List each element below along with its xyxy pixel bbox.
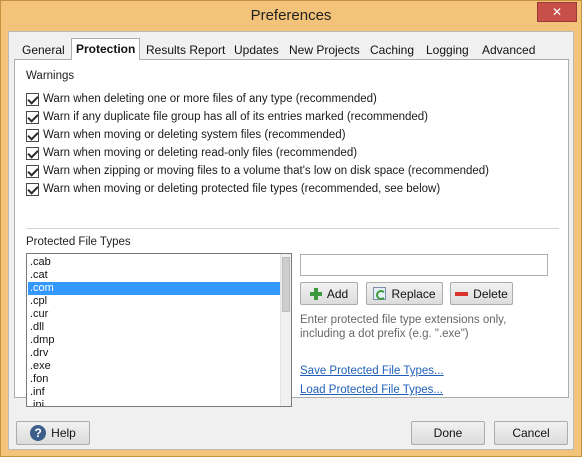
warning-option-label: Warn when moving or deleting protected f… [43, 183, 441, 195]
list-item[interactable]: .fon [28, 373, 281, 386]
tab-results-report[interactable]: Results Report [142, 41, 229, 60]
done-button[interactable]: Done [411, 421, 485, 445]
list-item[interactable]: .cpl [28, 295, 281, 308]
question-icon: ? [30, 425, 47, 441]
add-button[interactable]: Add [300, 282, 358, 305]
tab-logging[interactable]: Logging [422, 41, 473, 60]
warning-option[interactable]: Warn if any duplicate file group has all… [26, 109, 428, 125]
list-item-selected[interactable]: .com [28, 282, 281, 295]
extension-input[interactable] [300, 254, 548, 276]
checkbox-checked[interactable] [26, 146, 39, 160]
warning-option-label: Warn when moving or deleting system file… [43, 129, 346, 141]
section-divider [26, 228, 559, 229]
list-item[interactable]: .exe [28, 360, 281, 373]
help-button[interactable]: ? Help [16, 421, 90, 445]
warning-option[interactable]: Warn when moving or deleting system file… [26, 127, 346, 143]
replace-icon [373, 287, 387, 300]
delete-button-label: Delete [473, 286, 508, 301]
window-title: Preferences [250, 7, 332, 24]
warning-option-label: Warn when zipping or moving files to a v… [43, 165, 490, 177]
extension-hint: Enter protected file type extensions onl… [300, 314, 507, 340]
warning-option[interactable]: Warn when moving or deleting read-only f… [26, 145, 357, 161]
list-item[interactable]: .cat [28, 269, 281, 282]
list-item[interactable]: .dll [28, 321, 281, 334]
cancel-button[interactable]: Cancel [494, 421, 568, 445]
warning-option-label: Warn when deleting one or more files of … [43, 93, 377, 105]
replace-button-label: Replace [391, 286, 436, 301]
warning-option[interactable]: Warn when zipping or moving files to a v… [26, 163, 489, 179]
list-item[interactable]: .dmp [28, 334, 281, 347]
tab-new-projects[interactable]: New Projects [285, 41, 364, 60]
add-button-label: Add [326, 286, 349, 301]
protected-types-heading: Protected File Types [26, 236, 131, 248]
list-scrollbar[interactable] [280, 254, 291, 406]
replace-button[interactable]: Replace [366, 282, 443, 305]
preferences-window: Preferences ✕ General Protection Results… [0, 0, 582, 457]
warning-option[interactable]: Warn when deleting one or more files of … [26, 91, 377, 107]
checkbox-checked[interactable] [26, 164, 39, 178]
warning-option-label: Warn when moving or deleting read-only f… [43, 147, 358, 159]
protection-panel: Warnings Warn when deleting one or more … [14, 60, 569, 407]
done-button-label: Done [433, 426, 463, 440]
tab-protection[interactable]: Protection [71, 38, 141, 61]
checkbox-checked[interactable] [26, 110, 39, 124]
list-item[interactable]: .drv [28, 347, 281, 360]
warning-option-label: Warn if any duplicate file group has all… [43, 111, 428, 123]
load-protected-types-link[interactable]: Load Protected File Types... [300, 384, 443, 396]
tab-updates[interactable]: Updates [230, 41, 283, 60]
checkbox-checked[interactable] [26, 182, 39, 196]
list-item[interactable]: .cur [28, 308, 281, 321]
save-protected-types-link[interactable]: Save Protected File Types... [300, 365, 444, 377]
tab-advanced[interactable]: Advanced [478, 41, 539, 60]
plus-icon [309, 287, 322, 300]
minus-icon [455, 291, 469, 296]
checkbox-checked[interactable] [26, 128, 39, 142]
title-bar[interactable]: Preferences ✕ [1, 1, 581, 31]
list-item[interactable]: .inf [28, 386, 281, 399]
cancel-button-label: Cancel [512, 426, 550, 440]
tab-general[interactable]: General [18, 41, 69, 60]
warning-option[interactable]: Warn when moving or deleting protected f… [26, 181, 440, 197]
delete-button[interactable]: Delete [450, 282, 513, 305]
tab-caching[interactable]: Caching [366, 41, 418, 60]
close-button[interactable]: ✕ [537, 2, 577, 22]
help-button-label: Help [51, 426, 76, 440]
list-item[interactable]: .ini [28, 399, 281, 406]
tab-bar: General Protection Results Report Update… [14, 38, 569, 61]
scroll-thumb[interactable] [282, 257, 290, 312]
protected-types-list[interactable]: .cab .cat .com .cpl .cur .dll .dmp .drv … [26, 253, 292, 407]
dialog-body: General Protection Results Report Update… [8, 31, 574, 450]
list-item[interactable]: .cab [28, 256, 281, 269]
warnings-heading: Warnings [26, 70, 75, 82]
checkbox-checked[interactable] [26, 92, 39, 106]
